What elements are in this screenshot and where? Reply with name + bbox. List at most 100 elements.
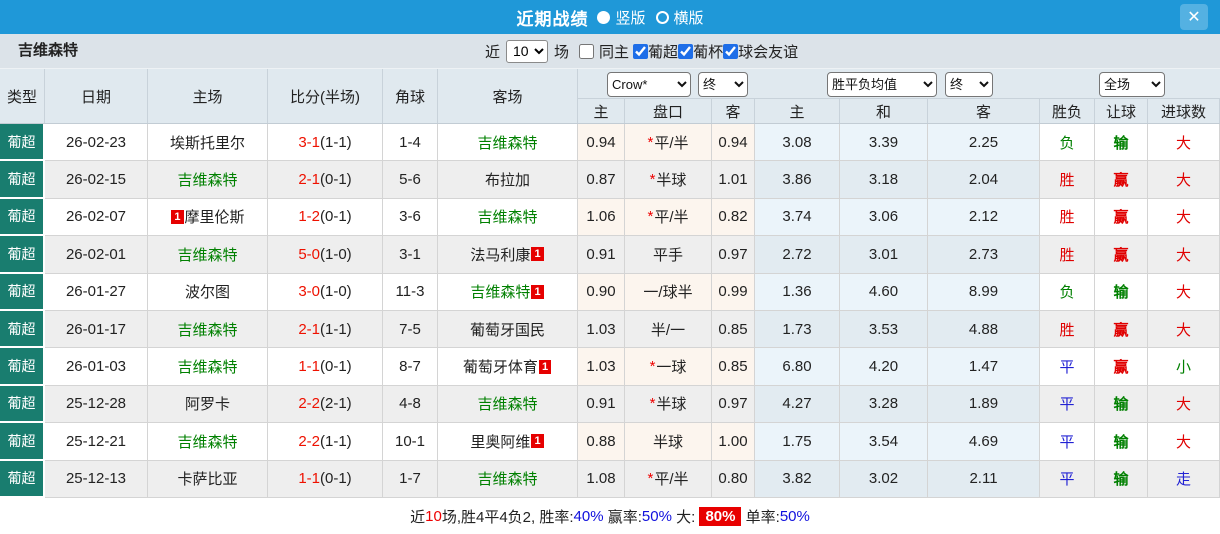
corner-score: 10-1 xyxy=(383,423,438,461)
odds-time-select-2[interactable]: 终 xyxy=(945,72,993,97)
result-handicap: 赢 xyxy=(1095,161,1148,199)
league-type: 葡超 xyxy=(0,161,45,199)
checkbox-club-friendly[interactable]: 球会友谊 xyxy=(723,41,798,62)
handicap: 半/一 xyxy=(625,310,712,349)
checkbox-pt-league[interactable]: 葡超 xyxy=(633,41,678,62)
score: 2-2 (1-1) xyxy=(268,423,383,461)
checkbox-same-home-input[interactable] xyxy=(579,43,595,59)
away-team: 吉维森特 xyxy=(438,198,578,237)
avg-odds-home: 3.86 xyxy=(755,161,840,199)
table-row[interactable]: 葡超 26-01-03 吉维森特 1-1 (0-1) 8-7 葡萄牙体育 1 1.0… xyxy=(0,348,1220,386)
result-goals: 大 xyxy=(1148,385,1220,424)
avg-odds-draw: 3.39 xyxy=(840,124,928,162)
table-header: 类型 日期 主场 比分(半场) 角球 客场 Crow* 终 胜平负均值 终 全场… xyxy=(0,69,1220,124)
summary-text: 单率: xyxy=(741,508,780,526)
header-corner: 角球 xyxy=(383,69,438,123)
avg-odds-home: 1.36 xyxy=(755,273,840,311)
team-name: 阿罗卡 xyxy=(184,396,230,414)
corner-score: 3-1 xyxy=(383,236,438,274)
handicap-text: 一/球半 xyxy=(643,284,693,302)
team-name: 吉维森特 xyxy=(177,433,238,451)
avg-odds-home: 3.08 xyxy=(755,124,840,162)
odds-away: 0.94 xyxy=(712,124,755,162)
radio-horizontal-layout[interactable]: 横版 xyxy=(655,7,704,28)
away-team: 布拉加 xyxy=(438,161,578,199)
corner-score: 1-7 xyxy=(383,460,438,498)
checkbox-club-friendly-input[interactable] xyxy=(723,43,739,59)
table-row[interactable]: 葡超 26-01-27 波尔图 3-0 (1-0) 11-3 吉维森特 1 0.90… xyxy=(0,273,1220,311)
header-home: 主场 xyxy=(148,69,268,123)
away-team: 吉维森特 1 xyxy=(438,273,578,311)
avg-odds-away: 8.99 xyxy=(928,273,1040,311)
avg-odds-draw: 3.28 xyxy=(840,385,928,424)
match-date: 25-12-13 xyxy=(45,460,148,498)
team-name: 吉维森特 xyxy=(477,396,538,414)
result-wdl: 胜 xyxy=(1040,161,1095,199)
home-team: 吉维森特 xyxy=(148,161,268,199)
summary-text: 50% xyxy=(641,507,672,525)
table-row[interactable]: 葡超 26-02-15 吉维森特 2-1 (0-1) 5-6 布拉加 0.87 *… xyxy=(0,161,1220,199)
team-name: 卡萨比亚 xyxy=(177,471,238,489)
checkbox-pt-league-input[interactable] xyxy=(633,43,649,59)
score: 1-1 (0-1) xyxy=(268,460,383,498)
handicap: * 半球 xyxy=(625,385,712,424)
match-date: 26-01-03 xyxy=(45,348,148,386)
corner-score: 1-4 xyxy=(383,124,438,162)
odds-home: 1.08 xyxy=(578,460,625,498)
scope-select[interactable]: 全场 xyxy=(1099,72,1165,97)
half-time-score: (0-1) xyxy=(320,470,352,488)
avg-odds-select[interactable]: 胜平负均值 xyxy=(827,72,937,97)
near-label: 近 xyxy=(485,43,501,61)
half-time-score: (1-1) xyxy=(320,133,352,151)
score: 2-2 (2-1) xyxy=(268,385,383,424)
red-card-badge: 1 xyxy=(171,209,184,224)
handicap-text: 半球 xyxy=(652,433,683,451)
table-row[interactable]: 葡超 25-12-28 阿罗卡 2-2 (2-1) 4-8 吉维森特 0.91 *… xyxy=(0,385,1220,424)
result-handicap: 赢 xyxy=(1095,236,1148,274)
bookmaker-select[interactable]: Crow* xyxy=(607,72,691,97)
checkbox-pt-cup[interactable]: 葡杯 xyxy=(678,41,723,62)
avg-odds-draw: 3.53 xyxy=(840,310,928,349)
table-row[interactable]: 葡超 25-12-13 卡萨比亚 1-1 (0-1) 1-7 吉维森特 1.08 … xyxy=(0,460,1220,498)
radio-vertical-icon[interactable] xyxy=(597,10,611,24)
table-row[interactable]: 葡超 26-02-01 吉维森特 5-0 (1-0) 3-1 法马利康 1 0.91… xyxy=(0,236,1220,274)
avg-odds-draw: 3.18 xyxy=(840,161,928,199)
full-time-score: 5-0 xyxy=(298,245,320,263)
team-name: 摩里伦斯 xyxy=(184,209,245,227)
matches-count-select[interactable]: 10 xyxy=(506,39,549,63)
odds-away: 0.97 xyxy=(712,236,755,274)
avg-odds-home: 3.82 xyxy=(755,460,840,498)
result-handicap: 输 xyxy=(1095,385,1148,424)
close-button[interactable]: ✕ xyxy=(1180,4,1208,30)
handicap: * 一球 xyxy=(625,348,712,386)
filter-bar: 吉维森特 近 10 场 同主 葡超 葡杯 球会友谊 xyxy=(0,34,1220,69)
checkbox-same-home[interactable]: 同主 xyxy=(577,41,629,62)
table-row[interactable]: 葡超 25-12-21 吉维森特 2-2 (1-1) 10-1 里奥阿维 1 0.8… xyxy=(0,423,1220,461)
league-type: 葡超 xyxy=(0,310,45,349)
team-name: 吉维森特 xyxy=(477,209,538,227)
score: 3-1 (1-1) xyxy=(268,124,383,162)
odds-time-select-1[interactable]: 终 xyxy=(698,72,748,97)
avg-odds-away: 2.25 xyxy=(928,124,1040,162)
table-row[interactable]: 葡超 26-02-23 埃斯托里尔 3-1 (1-1) 1-4 吉维森特 0.94… xyxy=(0,124,1220,162)
red-card-badge: 1 xyxy=(531,284,544,299)
score: 5-0 (1-0) xyxy=(268,236,383,274)
checkbox-same-home-label: 同主 xyxy=(599,43,630,61)
result-wdl: 平 xyxy=(1040,423,1095,461)
odds-home: 0.87 xyxy=(578,161,625,199)
avg-odds-draw: 3.02 xyxy=(840,460,928,498)
checkbox-pt-cup-input[interactable] xyxy=(678,43,694,59)
result-goals: 大 xyxy=(1148,273,1220,311)
avg-odds-home: 6.80 xyxy=(755,348,840,386)
full-time-score: 1-1 xyxy=(298,470,320,488)
team-name: 吉维森特 xyxy=(177,172,238,190)
result-handicap: 输 xyxy=(1095,460,1148,498)
table-row[interactable]: 葡超 26-01-17 吉维森特 2-1 (1-1) 7-5 葡萄牙国民 1.03… xyxy=(0,310,1220,349)
table-row[interactable]: 葡超 26-02-07 1 摩里伦斯 1-2 (0-1) 3-6 吉维森特 1.06… xyxy=(0,198,1220,237)
corner-score: 4-8 xyxy=(383,385,438,424)
summary-text: 场,胜4平4负2, 胜率: xyxy=(441,508,574,526)
handicap-star-icon: * xyxy=(649,358,656,376)
radio-vertical-layout[interactable]: 竖版 xyxy=(597,7,646,28)
header-odds-band: Crow* 终 胜平负均值 终 全场 xyxy=(578,69,1220,99)
radio-horizontal-icon[interactable] xyxy=(655,10,669,24)
